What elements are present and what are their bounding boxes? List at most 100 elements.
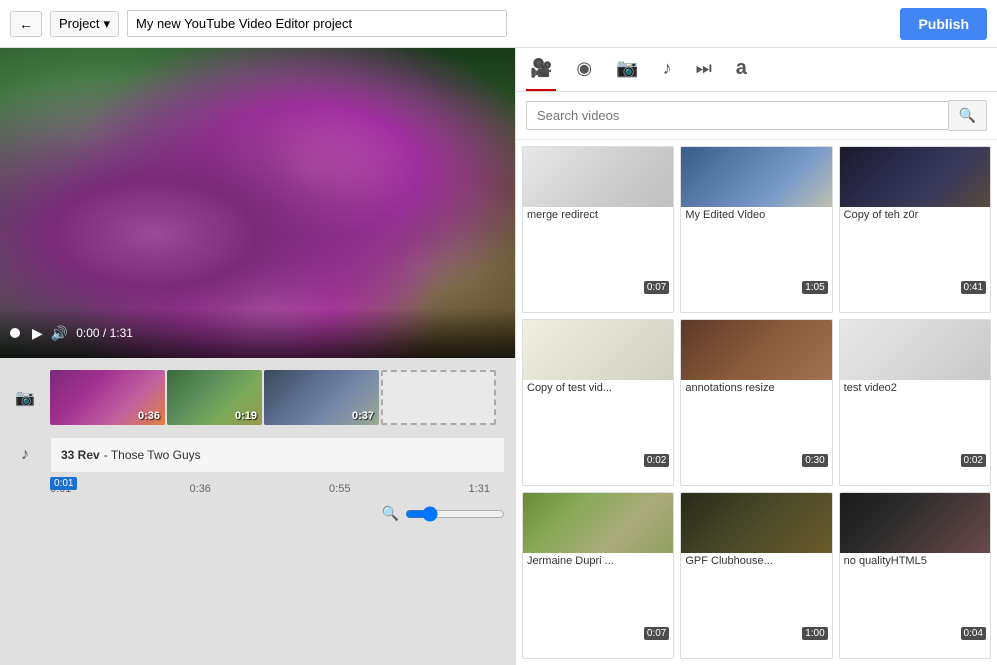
tab-skip[interactable]: ⏭ bbox=[692, 48, 716, 91]
thumb-title-2: Copy of teh z0r bbox=[840, 207, 990, 223]
video-clip-3[interactable]: 0:37 bbox=[264, 370, 379, 425]
video-thumb-7[interactable]: 1:00 GPF Clubhouse... bbox=[680, 492, 832, 659]
search-bar: 🔍 bbox=[516, 92, 997, 140]
video-clip-1[interactable]: 0:36 bbox=[50, 370, 165, 425]
zoom-slider[interactable] bbox=[405, 506, 505, 522]
music-tab-icon: ♪ bbox=[663, 58, 672, 78]
tab-video[interactable]: 🎥 bbox=[526, 48, 556, 91]
back-icon: ← bbox=[19, 16, 33, 32]
project-title-input[interactable] bbox=[127, 10, 507, 37]
thumb-duration-1: 1:05 bbox=[802, 281, 827, 294]
search-input[interactable] bbox=[526, 101, 949, 130]
thumb-duration-7: 1:00 bbox=[802, 627, 827, 640]
video-thumb-8[interactable]: 0:04 no qualityHTML5 bbox=[839, 492, 991, 659]
audio-title: - Those Two Guys bbox=[104, 448, 201, 462]
video-thumb-1[interactable]: 1:05 My Edited Video bbox=[680, 146, 832, 313]
video-preview: ▶ 🔊 0:00 / 1:31 bbox=[0, 48, 515, 358]
clip-1-duration: 0:36 bbox=[138, 410, 160, 422]
thumb-title-7: GPF Clubhouse... bbox=[681, 553, 831, 569]
thumb-image-1 bbox=[681, 147, 831, 207]
audio-track-icon: ♪ bbox=[0, 446, 50, 464]
thumb-image-3 bbox=[523, 320, 673, 380]
video-thumb-0[interactable]: 0:07 merge redirect bbox=[522, 146, 674, 313]
clip-drop-zone bbox=[381, 370, 496, 425]
text-tab-icon: a bbox=[736, 57, 747, 79]
video-track-icon: 📷 bbox=[0, 388, 50, 408]
thumb-title-4: annotations resize bbox=[681, 380, 831, 396]
video-thumb-5[interactable]: 0:02 test video2 bbox=[839, 319, 991, 486]
thumb-image-0 bbox=[523, 147, 673, 207]
thumb-duration-0: 0:07 bbox=[644, 281, 669, 294]
thumb-image-5 bbox=[840, 320, 990, 380]
tab-cc[interactable]: ◉ bbox=[572, 48, 596, 91]
project-label: Project bbox=[59, 16, 99, 31]
audio-artist: 33 Rev bbox=[61, 448, 100, 462]
project-dropdown-icon: ▾ bbox=[103, 16, 110, 32]
audio-track: ♪ 33 Rev - Those Two Guys bbox=[0, 433, 515, 477]
playhead-circle bbox=[10, 328, 20, 338]
zoom-icon[interactable]: 🔍 bbox=[382, 505, 399, 522]
video-controls-bar: ▶ 🔊 0:00 / 1:31 bbox=[0, 308, 515, 358]
time-display: 0:00 / 1:31 bbox=[76, 326, 133, 340]
video-clips: 0:36 0:19 0:37 bbox=[50, 370, 496, 425]
time-ruler: 0:01 0:01 0:36 0:55 1:31 bbox=[0, 477, 515, 501]
video-track: 📷 0:36 0:19 0:37 bbox=[0, 366, 515, 429]
mute-button[interactable]: 🔊 bbox=[51, 325, 68, 342]
thumb-title-0: merge redirect bbox=[523, 207, 673, 223]
thumb-image-6 bbox=[523, 493, 673, 553]
video-clip-2[interactable]: 0:19 bbox=[167, 370, 262, 425]
time-mark-3: 1:31 bbox=[469, 483, 490, 495]
video-grid: 0:07 merge redirect 1:05 My Edited Video… bbox=[516, 140, 997, 665]
video-thumb-3[interactable]: 0:02 Copy of test vid... bbox=[522, 319, 674, 486]
tabs-bar: 🎥 ◉ 📷 ♪ ⏭ a bbox=[516, 48, 997, 92]
video-thumb-6[interactable]: 0:07 Jermaine Dupri ... bbox=[522, 492, 674, 659]
video-thumb-4[interactable]: 0:30 annotations resize bbox=[680, 319, 832, 486]
time-mark-2: 0:55 bbox=[329, 483, 350, 495]
header: ← Project ▾ Publish bbox=[0, 0, 997, 48]
time-mark-1: 0:36 bbox=[190, 483, 211, 495]
thumb-duration-4: 0:30 bbox=[802, 454, 827, 467]
play-button[interactable]: ▶ bbox=[32, 325, 43, 342]
timeline-area: 📷 0:36 0:19 0:37 ♪ bbox=[0, 358, 515, 665]
audio-bar: 33 Rev - Those Two Guys bbox=[50, 437, 505, 473]
thumb-image-4 bbox=[681, 320, 831, 380]
search-icon: 🔍 bbox=[959, 107, 976, 123]
thumb-title-3: Copy of test vid... bbox=[523, 380, 673, 396]
editor-area: ▶ 🔊 0:00 / 1:31 📷 0:36 0:19 bbox=[0, 48, 515, 665]
search-button[interactable]: 🔍 bbox=[949, 100, 987, 131]
thumb-duration-3: 0:02 bbox=[644, 454, 669, 467]
tab-camera[interactable]: 📷 bbox=[612, 48, 642, 91]
video-grid-wrap: 0:07 merge redirect 1:05 My Edited Video… bbox=[516, 140, 997, 665]
main-area: ▶ 🔊 0:00 / 1:31 📷 0:36 0:19 bbox=[0, 48, 997, 665]
thumb-duration-8: 0:04 bbox=[961, 627, 986, 640]
thumb-image-8 bbox=[840, 493, 990, 553]
ruler-marks: 0:01 0:36 0:55 1:31 bbox=[50, 481, 490, 497]
right-panel: 🎥 ◉ 📷 ♪ ⏭ a 🔍 bbox=[515, 48, 997, 665]
cc-tab-icon: ◉ bbox=[576, 58, 592, 78]
camera-tab-icon: 📷 bbox=[616, 58, 638, 78]
thumb-title-5: test video2 bbox=[840, 380, 990, 396]
playhead-handle[interactable]: 0:01 bbox=[50, 477, 77, 490]
zoom-controls: 🔍 bbox=[0, 501, 515, 526]
project-dropdown[interactable]: Project ▾ bbox=[50, 11, 119, 37]
tab-music[interactable]: ♪ bbox=[659, 48, 676, 91]
video-tab-icon: 🎥 bbox=[530, 58, 552, 78]
clip-3-duration: 0:37 bbox=[352, 410, 374, 422]
tab-text[interactable]: a bbox=[732, 47, 751, 92]
thumb-image-2 bbox=[840, 147, 990, 207]
thumb-duration-2: 0:41 bbox=[961, 281, 986, 294]
thumb-title-1: My Edited Video bbox=[681, 207, 831, 223]
publish-button[interactable]: Publish bbox=[900, 8, 987, 40]
clip-2-duration: 0:19 bbox=[235, 410, 257, 422]
music-note-icon: ♪ bbox=[21, 446, 29, 464]
thumb-duration-5: 0:02 bbox=[961, 454, 986, 467]
back-button[interactable]: ← bbox=[10, 11, 42, 37]
thumb-image-7 bbox=[681, 493, 831, 553]
playhead-marker: 0:01 bbox=[50, 477, 77, 501]
thumb-title-8: no qualityHTML5 bbox=[840, 553, 990, 569]
video-thumb-2[interactable]: 0:41 Copy of teh z0r bbox=[839, 146, 991, 313]
thumb-title-6: Jermaine Dupri ... bbox=[523, 553, 673, 569]
skip-tab-icon: ⏭ bbox=[696, 58, 712, 78]
camera-track-icon: 📷 bbox=[15, 388, 35, 408]
thumb-duration-6: 0:07 bbox=[644, 627, 669, 640]
